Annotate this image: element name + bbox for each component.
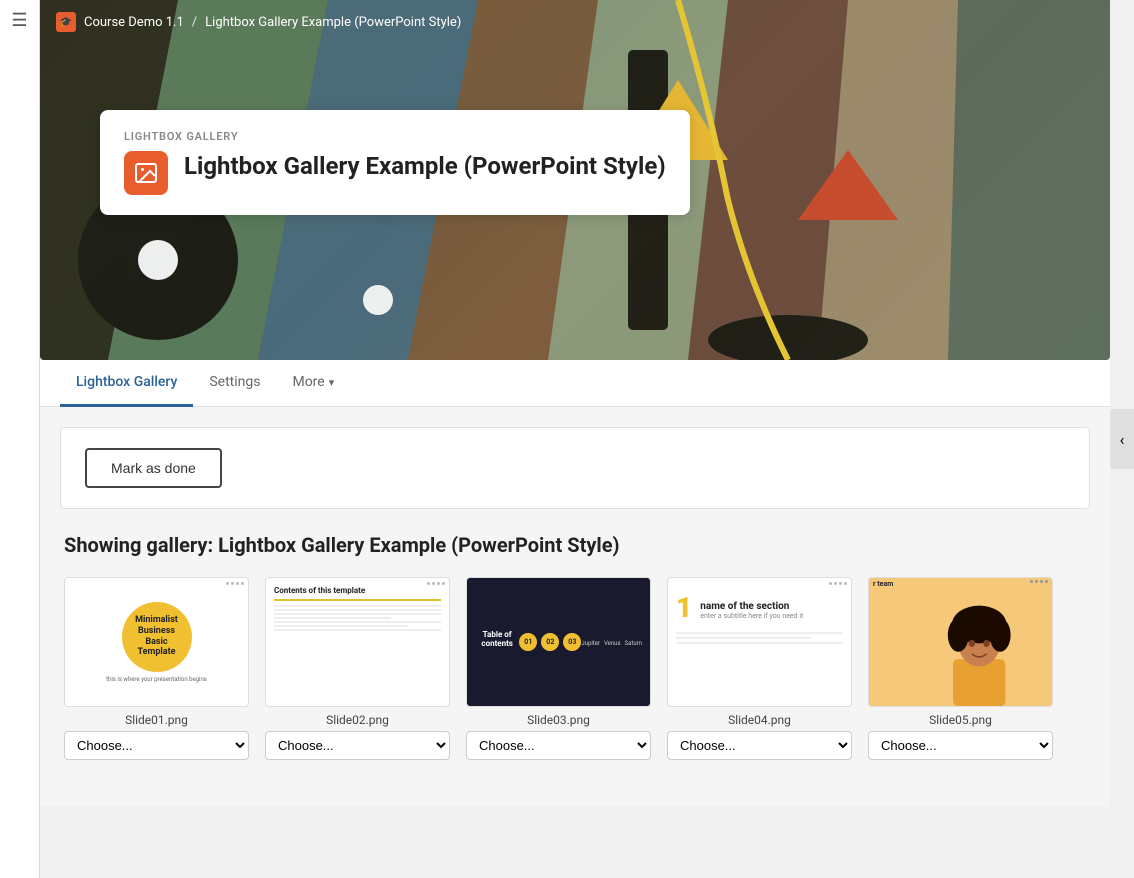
slide01-circle: Minimalist Business Basic Template bbox=[122, 602, 192, 672]
slide05-select[interactable]: Choose... Option 1 Option 2 bbox=[868, 731, 1053, 760]
slide03-filename: Slide03.png bbox=[466, 713, 651, 727]
slide05-bg: r team bbox=[869, 578, 1052, 706]
slide02-dots bbox=[427, 582, 445, 585]
slide02-thumbnail[interactable]: Contents of this template bbox=[265, 577, 450, 707]
slide05-dots bbox=[1030, 580, 1048, 583]
tab-bar: Lightbox Gallery Settings More ▾ bbox=[40, 360, 1110, 407]
mark-done-container: Mark as done bbox=[60, 427, 1090, 509]
gallery-item-slide03: Table of contents 01 02 03 Jupiter Venus… bbox=[466, 577, 651, 760]
gallery-title: Showing gallery: Lightbox Gallery Exampl… bbox=[64, 533, 1086, 557]
breadcrumb-separator: / bbox=[192, 15, 197, 30]
slide01-dots bbox=[226, 582, 244, 585]
slide04-dots bbox=[829, 582, 847, 585]
slide04-lines bbox=[676, 632, 843, 647]
slide03-badge-01: 01 bbox=[519, 633, 537, 651]
content-area: Mark as done Showing gallery: Lightbox G… bbox=[40, 407, 1110, 807]
card-icon bbox=[124, 151, 168, 195]
menu-icon[interactable]: ☰ bbox=[11, 10, 27, 31]
mark-done-button[interactable]: Mark as done bbox=[85, 448, 222, 488]
breadcrumb-page: Lightbox Gallery Example (PowerPoint Sty… bbox=[205, 15, 461, 30]
slide02-filename: Slide02.png bbox=[265, 713, 450, 727]
slide04-thumbnail[interactable]: 1 name of the section enter a subtitle h… bbox=[667, 577, 852, 707]
slide05-person-svg bbox=[906, 591, 1052, 706]
slide02-divider bbox=[274, 599, 441, 601]
slide02-line4 bbox=[274, 617, 391, 619]
tab-settings[interactable]: Settings bbox=[193, 360, 276, 407]
slide03-select[interactable]: Choose... Option 1 Option 2 bbox=[466, 731, 651, 760]
card-title: Lightbox Gallery Example (PowerPoint Sty… bbox=[184, 151, 666, 182]
slide03-cols: Jupiter Venus Saturn bbox=[581, 640, 642, 648]
breadcrumb: 🎓 Course Demo 1.1 / Lightbox Gallery Exa… bbox=[56, 12, 461, 32]
slide04-content: 1 name of the section enter a subtitle h… bbox=[676, 594, 803, 626]
slide03-badge-02: 02 bbox=[541, 633, 559, 651]
slide02-line1 bbox=[274, 605, 441, 607]
slide03-badge-03: 03 bbox=[563, 633, 581, 651]
slide02-line2 bbox=[274, 609, 441, 611]
hero-banner: 🎓 Course Demo 1.1 / Lightbox Gallery Exa… bbox=[40, 0, 1110, 360]
slide02-line7 bbox=[274, 629, 441, 631]
slide01-thumbnail[interactable]: Minimalist Business Basic Template this … bbox=[64, 577, 249, 707]
slide01-filename: Slide01.png bbox=[64, 713, 249, 727]
slide03-badges: 01 02 03 bbox=[519, 633, 581, 651]
slide01-subtitle: this is where your presentation begins bbox=[106, 676, 207, 683]
image-icon bbox=[134, 161, 158, 185]
slide05-label: r team bbox=[873, 580, 893, 588]
slide03-col-saturn: Saturn bbox=[625, 640, 642, 648]
slide03-title: Table of contents bbox=[475, 630, 519, 648]
slide02-title: Contents of this template bbox=[274, 586, 365, 595]
slide02-line5 bbox=[274, 621, 441, 623]
gallery-grid: Minimalist Business Basic Template this … bbox=[64, 577, 1086, 760]
slide04-sub: enter a subtitle here if you need it bbox=[700, 612, 803, 620]
slide02-line3 bbox=[274, 613, 441, 615]
tab-more-label: More bbox=[292, 374, 324, 390]
slide04-text-block: name of the section enter a subtitle her… bbox=[700, 601, 803, 620]
card-type-label: LIGHTBOX GALLERY bbox=[124, 130, 666, 143]
gallery-section: Showing gallery: Lightbox Gallery Exampl… bbox=[60, 533, 1090, 760]
info-card: LIGHTBOX GALLERY Lightbox Gallery Exampl… bbox=[100, 110, 690, 215]
chevron-down-icon: ▾ bbox=[329, 376, 335, 389]
gallery-item-slide01: Minimalist Business Basic Template this … bbox=[64, 577, 249, 760]
breadcrumb-course[interactable]: Course Demo 1.1 bbox=[84, 15, 184, 30]
slide04-section-name: name of the section bbox=[700, 601, 803, 612]
gallery-item-slide04: 1 name of the section enter a subtitle h… bbox=[667, 577, 852, 760]
gallery-item-slide05: r team bbox=[868, 577, 1053, 760]
sidebar-toggle[interactable]: ☰ bbox=[0, 0, 40, 878]
slide03-col-jupiter: Jupiter bbox=[581, 640, 600, 648]
slide03-thumbnail[interactable]: Table of contents 01 02 03 Jupiter Venus… bbox=[466, 577, 651, 707]
slide01-select[interactable]: Choose... Option 1 Option 2 bbox=[64, 731, 249, 760]
slide02-line6 bbox=[274, 625, 408, 627]
tab-lightbox-gallery[interactable]: Lightbox Gallery bbox=[60, 360, 193, 407]
slide04-filename: Slide04.png bbox=[667, 713, 852, 727]
slide02-select[interactable]: Choose... Option 1 Option 2 bbox=[265, 731, 450, 760]
slide04-select[interactable]: Choose... Option 1 Option 2 bbox=[667, 731, 852, 760]
slide03-col-venus: Venus bbox=[604, 640, 621, 648]
right-panel-toggle[interactable]: ‹ bbox=[1110, 409, 1134, 469]
tab-more[interactable]: More ▾ bbox=[276, 360, 350, 407]
slide04-number: 1 bbox=[676, 594, 692, 622]
course-icon: 🎓 bbox=[56, 12, 76, 32]
chevron-left-icon: ‹ bbox=[1120, 430, 1125, 449]
gallery-item-slide02: Contents of this template Slide02.png Ch… bbox=[265, 577, 450, 760]
slide05-thumbnail[interactable]: r team bbox=[868, 577, 1053, 707]
slide05-filename: Slide05.png bbox=[868, 713, 1053, 727]
